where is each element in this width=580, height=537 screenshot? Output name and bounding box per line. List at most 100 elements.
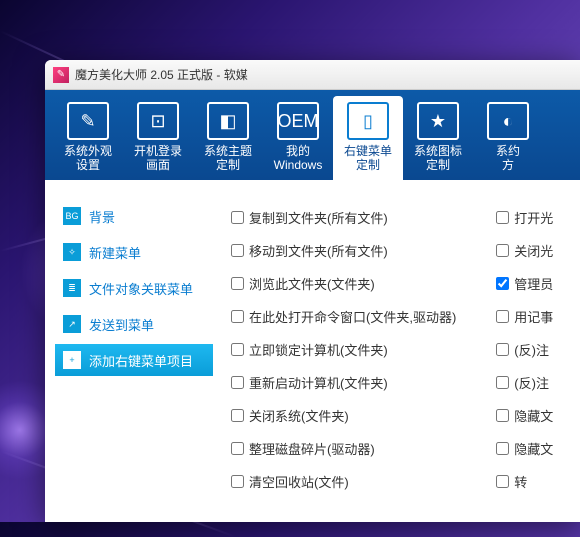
checkbox-input[interactable] bbox=[496, 343, 509, 356]
sidebar-icon: + bbox=[63, 351, 81, 369]
toolbar-icon: ◧ bbox=[207, 102, 249, 140]
checkbox-item[interactable]: 打开光 bbox=[496, 208, 553, 227]
checkbox-label: 关闭光 bbox=[514, 241, 553, 260]
toolbar-icon: ▯ bbox=[347, 102, 389, 140]
app-icon: ✎ bbox=[53, 67, 69, 83]
toolbar-label: 系统图标 定制 bbox=[414, 144, 462, 173]
toolbar-label: 系统主题 定制 bbox=[204, 144, 252, 173]
toolbar-button-6[interactable]: ◐ 系约 方 bbox=[473, 96, 543, 180]
sidebar-label: 文件对象关联菜单 bbox=[89, 279, 193, 298]
titlebar[interactable]: ✎ 魔方美化大师 2.05 正式版 - 软媒 bbox=[45, 60, 580, 90]
checkbox-input[interactable] bbox=[231, 244, 244, 257]
checkbox-item[interactable]: 重新启动计算机(文件夹) bbox=[231, 373, 456, 392]
checkbox-item[interactable]: 清空回收站(文件) bbox=[231, 472, 456, 491]
checkbox-item[interactable]: 关闭光 bbox=[496, 241, 553, 260]
checkbox-item[interactable]: 隐藏文 bbox=[496, 406, 553, 425]
sidebar-label: 新建菜单 bbox=[89, 243, 141, 262]
checkbox-input[interactable] bbox=[231, 211, 244, 224]
checkbox-item[interactable]: (反)注 bbox=[496, 340, 553, 359]
sidebar-item-0[interactable]: BG 背景 bbox=[55, 200, 213, 232]
toolbar: ✎ 系统外观 设置 ⊡ 开机登录 画面 ◧ 系统主题 定制 OEM 我的 Windows ▯ 右键… bbox=[45, 90, 580, 180]
toolbar-button-2[interactable]: ◧ 系统主题 定制 bbox=[193, 96, 263, 180]
sidebar-label: 添加右键菜单项目 bbox=[89, 351, 193, 370]
toolbar-icon: ⊡ bbox=[137, 102, 179, 140]
checkbox-input[interactable] bbox=[231, 343, 244, 356]
toolbar-label: 开机登录 画面 bbox=[134, 144, 182, 173]
checkbox-item[interactable]: 复制到文件夹(所有文件) bbox=[231, 208, 456, 227]
toolbar-icon: ★ bbox=[417, 102, 459, 140]
checkbox-label: 整理磁盘碎片(驱动器) bbox=[249, 439, 375, 458]
checkbox-item[interactable]: 管理员 bbox=[496, 274, 553, 293]
checkbox-input[interactable] bbox=[231, 409, 244, 422]
checkbox-label: 清空回收站(文件) bbox=[249, 472, 349, 491]
checkbox-label: 关闭系统(文件夹) bbox=[249, 406, 349, 425]
window-title: 魔方美化大师 2.05 正式版 - 软媒 bbox=[75, 66, 248, 83]
checkbox-input[interactable] bbox=[496, 376, 509, 389]
sidebar-label: 背景 bbox=[89, 207, 115, 226]
checkbox-label: 复制到文件夹(所有文件) bbox=[249, 208, 388, 227]
app-window: ✎ 魔方美化大师 2.05 正式版 - 软媒 ✎ 系统外观 设置 ⊡ 开机登录 画面 ◧… bbox=[45, 60, 580, 522]
checkbox-input[interactable] bbox=[496, 475, 509, 488]
checkbox-label: 转 bbox=[514, 472, 527, 491]
checkbox-item[interactable]: 在此处打开命令窗口(文件夹,驱动器) bbox=[231, 307, 456, 326]
sidebar-item-1[interactable]: ✧ 新建菜单 bbox=[55, 236, 213, 268]
checkbox-input[interactable] bbox=[496, 277, 509, 290]
sidebar-label: 发送到菜单 bbox=[89, 315, 154, 334]
checkbox-item[interactable]: 用记事 bbox=[496, 307, 553, 326]
checkbox-label: 在此处打开命令窗口(文件夹,驱动器) bbox=[249, 307, 456, 326]
checkbox-label: 用记事 bbox=[514, 307, 553, 326]
main-panel: 复制到文件夹(所有文件) 移动到文件夹(所有文件) 浏览此文件夹(文件夹) 在此处打开… bbox=[213, 180, 580, 522]
sidebar-icon: ↗ bbox=[63, 315, 81, 333]
checkbox-item[interactable]: 浏览此文件夹(文件夹) bbox=[231, 274, 456, 293]
toolbar-button-1[interactable]: ⊡ 开机登录 画面 bbox=[123, 96, 193, 180]
checkbox-label: 重新启动计算机(文件夹) bbox=[249, 373, 388, 392]
sidebar-icon: ✧ bbox=[63, 243, 81, 261]
checkbox-input[interactable] bbox=[496, 244, 509, 257]
checkbox-label: 打开光 bbox=[514, 208, 553, 227]
checkbox-input[interactable] bbox=[496, 310, 509, 323]
sidebar-item-4[interactable]: + 添加右键菜单项目 bbox=[55, 344, 213, 376]
checkbox-item[interactable]: 转 bbox=[496, 472, 553, 491]
checkbox-input[interactable] bbox=[231, 442, 244, 455]
checkbox-label: 浏览此文件夹(文件夹) bbox=[249, 274, 375, 293]
checkbox-label: (反)注 bbox=[514, 373, 549, 392]
toolbar-button-5[interactable]: ★ 系统图标 定制 bbox=[403, 96, 473, 180]
checkbox-input[interactable] bbox=[231, 310, 244, 323]
checkbox-item[interactable]: (反)注 bbox=[496, 373, 553, 392]
toolbar-label: 我的 Windows bbox=[274, 144, 323, 173]
checkbox-input[interactable] bbox=[496, 409, 509, 422]
checkbox-item[interactable]: 立即锁定计算机(文件夹) bbox=[231, 340, 456, 359]
checkbox-item[interactable]: 隐藏文 bbox=[496, 439, 553, 458]
toolbar-icon: ✎ bbox=[67, 102, 109, 140]
checkbox-label: 隐藏文 bbox=[514, 439, 553, 458]
sidebar-icon: ≣ bbox=[63, 279, 81, 297]
checkbox-column-2: 打开光关闭光管理员用记事(反)注(反)注隐藏文隐藏文转 bbox=[496, 208, 553, 522]
checkbox-input[interactable] bbox=[231, 475, 244, 488]
checkbox-input[interactable] bbox=[496, 211, 509, 224]
toolbar-label: 系约 方 bbox=[496, 144, 520, 173]
checkbox-item[interactable]: 关闭系统(文件夹) bbox=[231, 406, 456, 425]
checkbox-input[interactable] bbox=[231, 277, 244, 290]
checkbox-item[interactable]: 整理磁盘碎片(驱动器) bbox=[231, 439, 456, 458]
checkbox-item[interactable]: 移动到文件夹(所有文件) bbox=[231, 241, 456, 260]
checkbox-label: 管理员 bbox=[514, 274, 553, 293]
checkbox-label: 隐藏文 bbox=[514, 406, 553, 425]
toolbar-button-4[interactable]: ▯ 右键菜单 定制 bbox=[333, 96, 403, 180]
checkbox-input[interactable] bbox=[231, 376, 244, 389]
checkbox-label: 移动到文件夹(所有文件) bbox=[249, 241, 388, 260]
sidebar: BG 背景 ✧ 新建菜单 ≣ 文件对象关联菜单 ↗ 发送到菜单 + 添加右键菜单项目 bbox=[45, 180, 213, 522]
checkbox-input[interactable] bbox=[496, 442, 509, 455]
checkbox-column-1: 复制到文件夹(所有文件) 移动到文件夹(所有文件) 浏览此文件夹(文件夹) 在此处打开… bbox=[231, 208, 456, 522]
checkbox-label: (反)注 bbox=[514, 340, 549, 359]
sidebar-item-3[interactable]: ↗ 发送到菜单 bbox=[55, 308, 213, 340]
toolbar-button-0[interactable]: ✎ 系统外观 设置 bbox=[53, 96, 123, 180]
toolbar-label: 系统外观 设置 bbox=[64, 144, 112, 173]
content-area: BG 背景 ✧ 新建菜单 ≣ 文件对象关联菜单 ↗ 发送到菜单 + 添加右键菜单项目 复制到文件夹… bbox=[45, 180, 580, 522]
checkbox-label: 立即锁定计算机(文件夹) bbox=[249, 340, 388, 359]
toolbar-label: 右键菜单 定制 bbox=[344, 144, 392, 173]
sidebar-item-2[interactable]: ≣ 文件对象关联菜单 bbox=[55, 272, 213, 304]
sidebar-icon: BG bbox=[63, 207, 81, 225]
toolbar-button-3[interactable]: OEM 我的 Windows bbox=[263, 96, 333, 180]
toolbar-icon: ◐ bbox=[487, 102, 529, 140]
toolbar-icon: OEM bbox=[277, 102, 319, 140]
